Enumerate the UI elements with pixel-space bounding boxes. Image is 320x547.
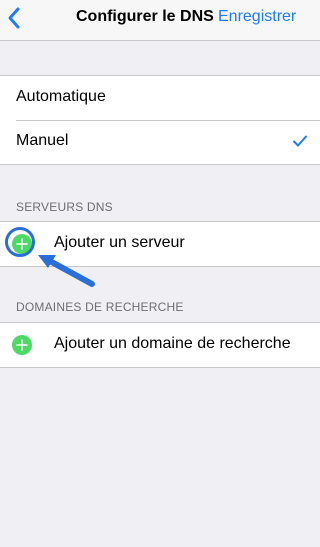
dns-settings-screen: Configurer le DNS Enregistrer Automatiqu… (0, 0, 320, 547)
dns-mode-group: Automatique Manuel (0, 75, 320, 165)
navigation-bar: Configurer le DNS Enregistrer (0, 0, 320, 41)
add-search-domain-label: Ajouter un domaine de recherche (54, 335, 291, 352)
annotation-arrow (38, 255, 95, 287)
checkmark-icon (293, 135, 307, 147)
page-title: Configurer le DNS (76, 8, 214, 25)
dns-servers-header: SERVEURS DNS (16, 200, 113, 214)
back-button[interactable] (4, 4, 26, 32)
search-domains-group: Ajouter un domaine de recherche (0, 322, 320, 368)
add-search-domain-row[interactable]: Ajouter un domaine de recherche (0, 323, 320, 367)
mode-option-label: Automatique (16, 88, 106, 105)
mode-option-manual[interactable]: Manuel (0, 120, 320, 164)
mode-option-automatic[interactable]: Automatique (0, 76, 320, 120)
chevron-left-icon (8, 7, 20, 29)
plus-icon (16, 339, 28, 351)
save-button[interactable]: Enregistrer (218, 8, 296, 26)
mode-option-label: Manuel (16, 132, 69, 149)
add-search-domain-button[interactable] (12, 335, 32, 355)
search-domains-header: DOMAINES DE RECHERCHE (16, 300, 184, 314)
